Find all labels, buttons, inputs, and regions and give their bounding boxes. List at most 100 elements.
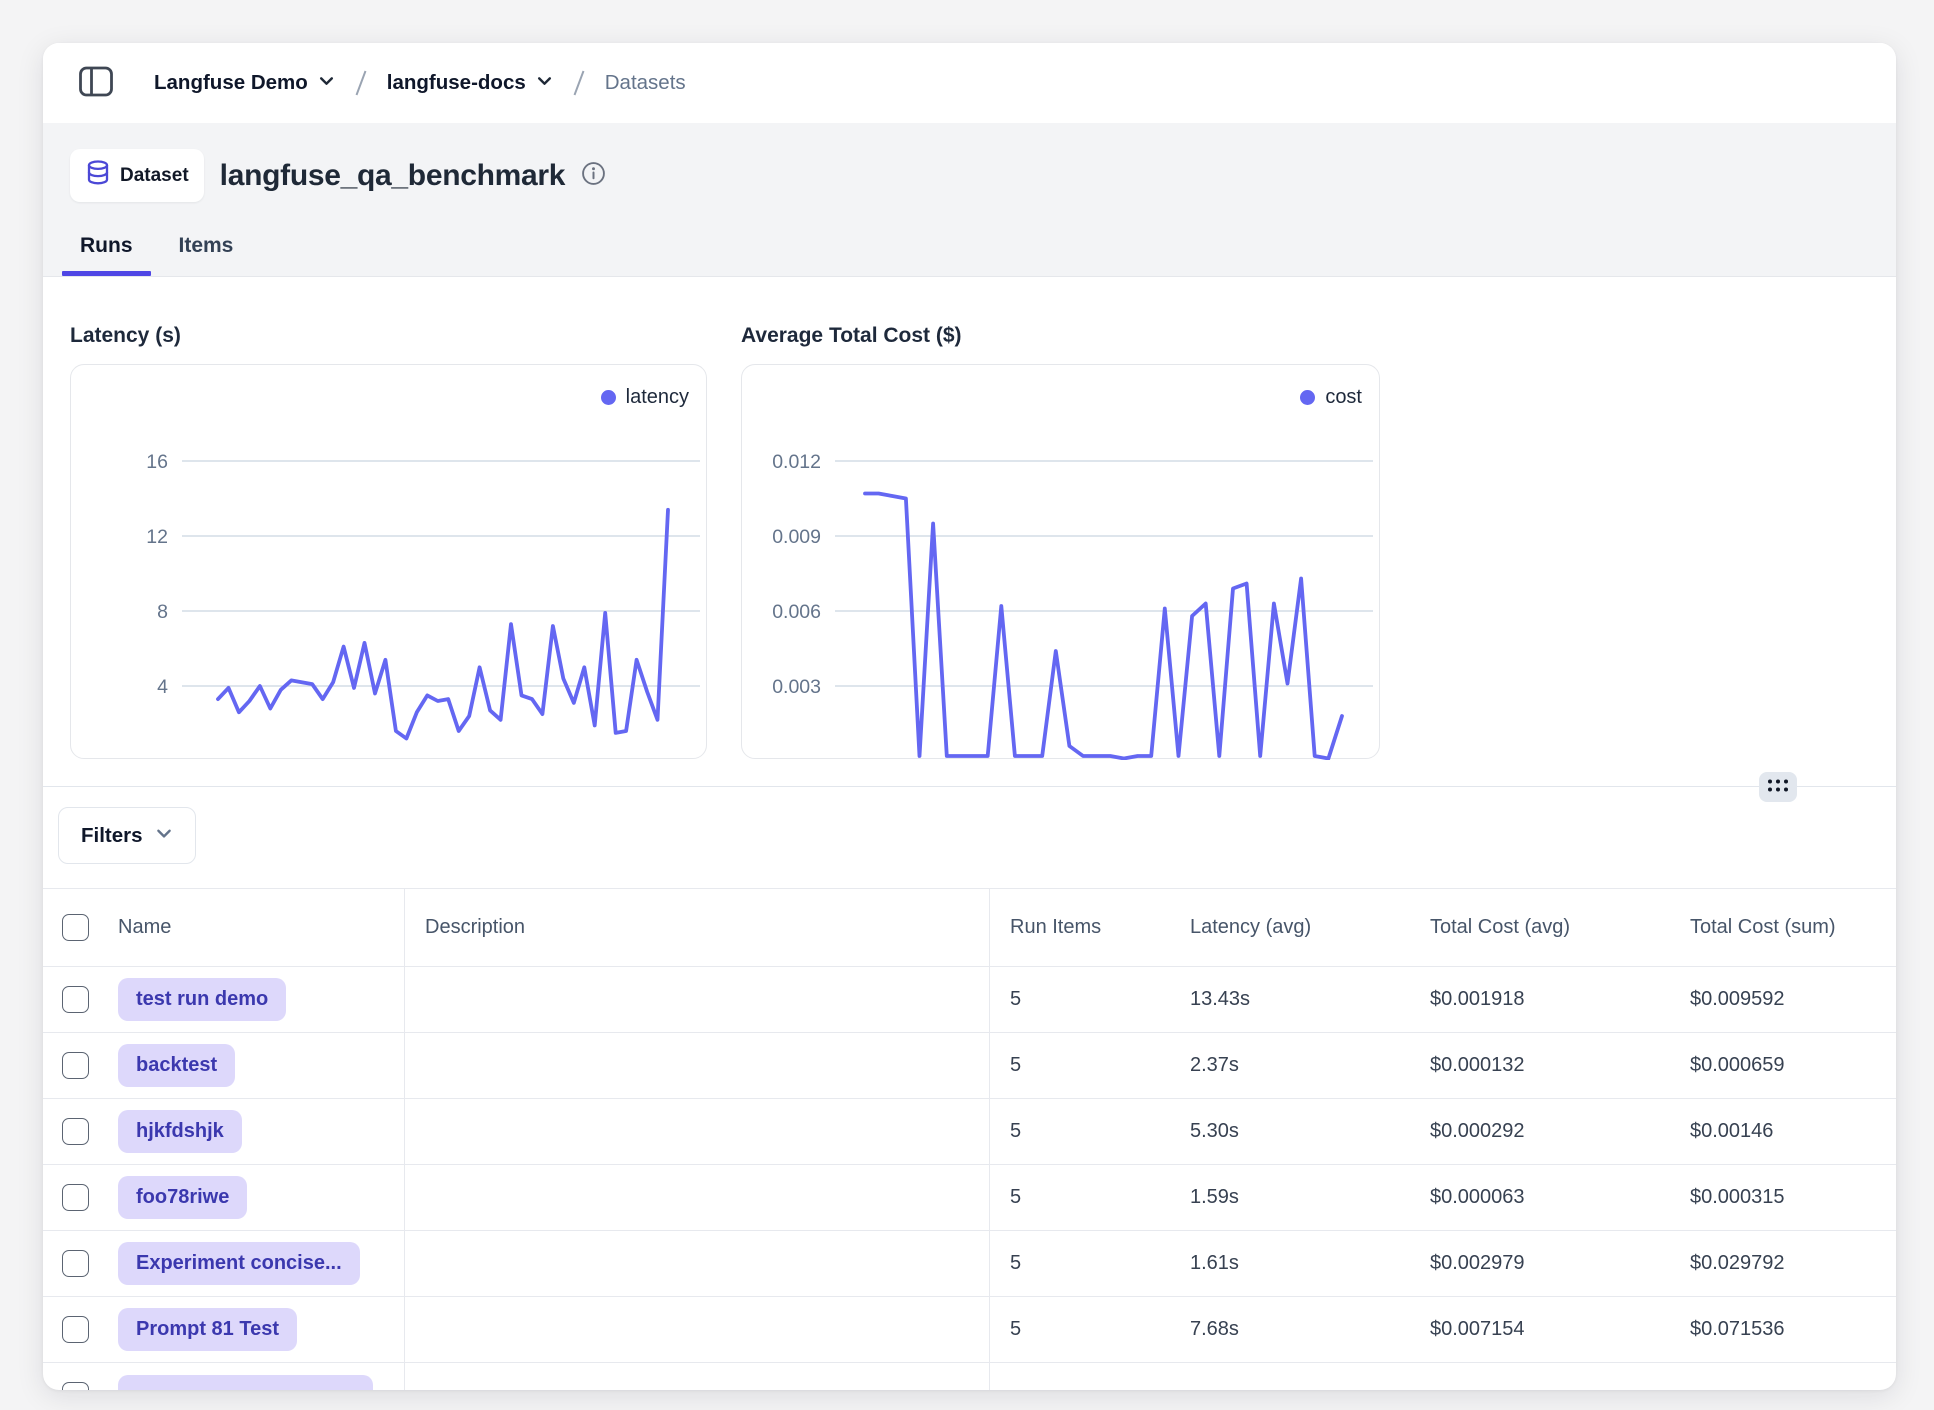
run-name-link[interactable]: hjkfdshjk <box>118 1110 242 1153</box>
runs-table: NameDescriptionRun ItemsLatency (avg)Tot… <box>43 888 1896 1390</box>
run-total-cost-sum-cell: $0.000659 <box>1670 1033 1896 1098</box>
run-total-cost-avg-cell: $0.000132 <box>1410 1033 1670 1098</box>
breadcrumb-org[interactable]: Langfuse Demo <box>154 71 335 95</box>
svg-text:4: 4 <box>157 676 168 698</box>
run-run-items-cell <box>990 1363 1170 1390</box>
row-0-checkbox[interactable] <box>62 986 89 1013</box>
run-name-link[interactable]: backtest <box>118 1044 235 1087</box>
sidebar-toggle-button[interactable] <box>78 65 114 101</box>
run-name-cell: Experiment concise... <box>105 1231 405 1296</box>
column-header-total-cost-sum: Total Cost (sum) <box>1670 889 1896 966</box>
chevron-down-icon <box>536 71 553 95</box>
table-row: foo78riwe 51.59s$0.000063$0.000315 <box>43 1164 1896 1230</box>
chevron-down-icon <box>318 71 335 95</box>
grip-dots-icon <box>1766 777 1790 797</box>
run-run-items-cell: 5 <box>990 1165 1170 1230</box>
cost-chart-block: Average Total Cost ($) 0.0120.0090.0060.… <box>741 322 1380 759</box>
chevron-down-icon <box>155 824 173 848</box>
table-row: hjkfdshjk55.30s$0.000292$0.00146 <box>43 1098 1896 1164</box>
run-name-cell: test run demo <box>105 967 405 1032</box>
dataset-badge: Dataset <box>70 149 204 202</box>
checkbox-cell <box>43 1165 105 1230</box>
run-total-cost-sum-cell: $0.009592 <box>1670 967 1896 1032</box>
cost-legend: cost <box>1300 386 1362 409</box>
table-row: test run demo513.43s$0.001918$0.009592 <box>43 966 1896 1032</box>
run-latency-avg-cell: 1.59s <box>1170 1165 1410 1230</box>
checkbox-cell <box>43 1363 105 1390</box>
latency-line-plot: 161284 <box>71 365 708 760</box>
latency-chart-block: Latency (s) 161284 latency <box>70 322 707 759</box>
legend-dot-icon <box>601 390 616 405</box>
column-header-total-cost-avg: Total Cost (avg) <box>1410 889 1670 966</box>
cost-chart-title: Average Total Cost ($) <box>741 322 1380 350</box>
filters-button[interactable]: Filters <box>58 807 196 864</box>
run-latency-avg-cell: 13.43s <box>1170 967 1410 1032</box>
row-6-checkbox[interactable] <box>62 1382 89 1390</box>
run-total-cost-sum-cell: $0.029792 <box>1670 1231 1896 1296</box>
run-description-cell <box>405 1033 990 1098</box>
checkbox-cell <box>43 1033 105 1098</box>
run-name-link[interactable] <box>118 1375 373 1390</box>
run-run-items-cell: 5 <box>990 1231 1170 1296</box>
run-latency-avg-cell <box>1170 1363 1410 1390</box>
svg-text:8: 8 <box>157 601 168 623</box>
latency-chart: 161284 latency <box>70 364 707 759</box>
breadcrumb-separator-icon <box>571 67 587 99</box>
run-run-items-cell: 5 <box>990 1033 1170 1098</box>
tab-items[interactable]: Items <box>177 226 236 275</box>
svg-text:0.012: 0.012 <box>772 451 821 473</box>
breadcrumb-page-label: Datasets <box>605 71 686 95</box>
breadcrumb-separator-icon <box>353 67 369 99</box>
run-latency-avg-cell: 5.30s <box>1170 1099 1410 1164</box>
info-icon[interactable] <box>581 161 606 191</box>
drag-handle[interactable] <box>1759 772 1797 802</box>
run-total-cost-avg-cell: $0.007154 <box>1410 1297 1670 1362</box>
run-total-cost-sum-cell: $0.071536 <box>1670 1297 1896 1362</box>
run-description-cell <box>405 1165 990 1230</box>
run-description-cell <box>405 1231 990 1296</box>
checkbox-cell <box>43 889 105 966</box>
run-latency-avg-cell: 7.68s <box>1170 1297 1410 1362</box>
latency-legend: latency <box>601 386 689 409</box>
run-name-link[interactable]: Prompt 81 Test <box>118 1308 297 1351</box>
checkbox-cell <box>43 1231 105 1296</box>
run-description-cell <box>405 967 990 1032</box>
tab-runs[interactable]: Runs <box>78 226 135 275</box>
row-1-checkbox[interactable] <box>62 1052 89 1079</box>
run-name-cell <box>105 1363 405 1390</box>
run-name-link[interactable]: test run demo <box>118 978 286 1021</box>
breadcrumb-project[interactable]: langfuse-docs <box>387 71 553 95</box>
run-name-link[interactable]: foo78riwe <box>118 1176 247 1219</box>
row-4-checkbox[interactable] <box>62 1250 89 1277</box>
breadcrumb-page[interactable]: Datasets <box>605 71 686 95</box>
run-name-cell: hjkfdshjk <box>105 1099 405 1164</box>
select-all-checkbox[interactable] <box>62 914 89 941</box>
svg-text:0.003: 0.003 <box>772 676 821 698</box>
checkbox-cell <box>43 1297 105 1362</box>
run-description-cell <box>405 1297 990 1362</box>
section-divider <box>43 786 1896 787</box>
top-bar: Langfuse Demo langfuse-docs <box>43 43 1896 123</box>
column-header-name: Name <box>105 889 405 966</box>
run-name-link[interactable]: Experiment concise... <box>118 1242 360 1285</box>
svg-text:0.006: 0.006 <box>772 601 821 623</box>
table-row: Experiment concise...51.61s$0.002979$0.0… <box>43 1230 1896 1296</box>
row-2-checkbox[interactable] <box>62 1118 89 1145</box>
row-3-checkbox[interactable] <box>62 1184 89 1211</box>
run-total-cost-avg-cell: $0.001918 <box>1410 967 1670 1032</box>
latency-chart-title: Latency (s) <box>70 322 707 350</box>
cost-line-plot: 0.0120.0090.0060.003 <box>742 365 1381 760</box>
column-header-latency-avg: Latency (avg) <box>1170 889 1410 966</box>
row-5-checkbox[interactable] <box>62 1316 89 1343</box>
dataset-badge-label: Dataset <box>120 165 189 187</box>
run-description-cell <box>405 1363 990 1390</box>
column-header-run-items: Run Items <box>990 889 1170 966</box>
run-run-items-cell: 5 <box>990 1297 1170 1362</box>
dataset-header-section: Dataset langfuse_qa_benchmark Runs Items <box>43 123 1896 277</box>
run-total-cost-avg-cell: $0.000063 <box>1410 1165 1670 1230</box>
breadcrumb-project-label: langfuse-docs <box>387 71 526 95</box>
cost-chart: 0.0120.0090.0060.003 cost <box>741 364 1380 759</box>
run-name-cell: backtest <box>105 1033 405 1098</box>
run-total-cost-avg-cell <box>1410 1363 1670 1390</box>
run-total-cost-sum-cell: $0.000315 <box>1670 1165 1896 1230</box>
